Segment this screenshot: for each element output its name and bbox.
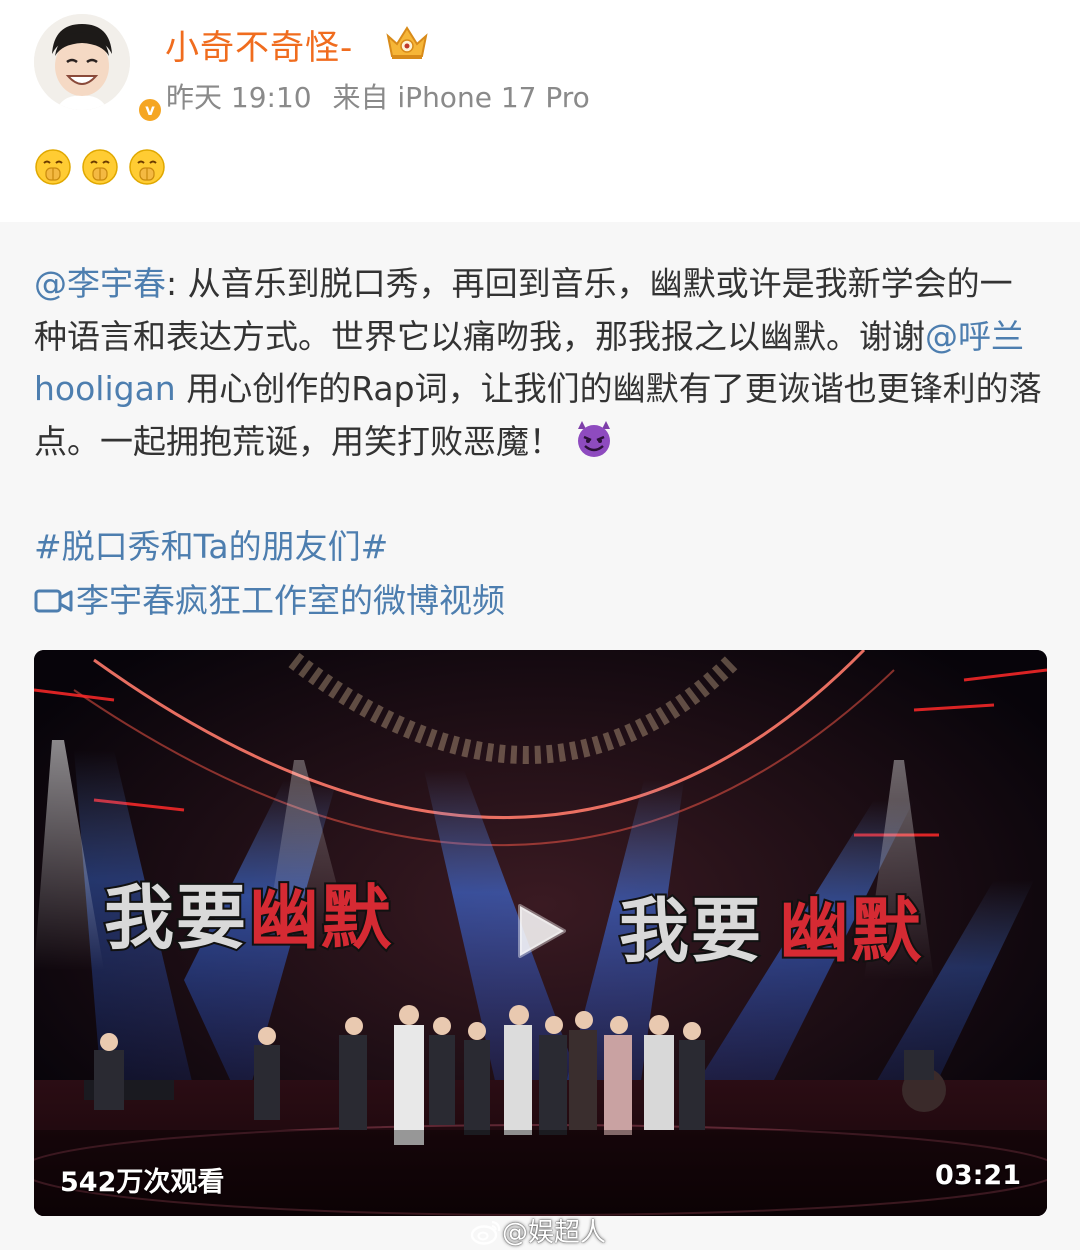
svg-text:幽默: 幽默: [249, 877, 393, 959]
shushing-face-icon: [129, 149, 165, 185]
avatar[interactable]: v: [34, 14, 164, 124]
smiling-face-with-horns-icon: [578, 420, 610, 457]
avatar-image: [34, 14, 130, 110]
post-emoji-row: [34, 148, 170, 188]
post-source: 来自 iPhone 17 Pro: [332, 81, 590, 114]
verified-badge-icon: v: [136, 96, 164, 124]
post-meta: 昨天 19:10 来自 iPhone 17 Pro: [166, 76, 602, 116]
watermark-text: @娱超人: [502, 1218, 607, 1248]
username[interactable]: 小奇不奇怪-: [165, 20, 353, 69]
repost-text: @李宇春: 从音乐到脱口秀，再回到音乐，幽默或许是我新学会的一种语言和表达方式。…: [34, 258, 1044, 468]
repost-card[interactable]: @李宇春: 从音乐到脱口秀，再回到音乐，幽默或许是我新学会的一种语言和表达方式。…: [0, 222, 1080, 1250]
post-header: v 小奇不奇怪- 昨天 19:10 来自 iPhone 17 Pro: [0, 0, 1080, 222]
mention-author-link[interactable]: @李宇春: [34, 264, 166, 303]
view-count: 542万次观看: [60, 1167, 225, 1198]
video-camera-icon: [34, 589, 73, 613]
repost-text-part1: : 从音乐到脱口秀，再回到音乐，幽默或许是我新学会的一种语言和表达方式。世界它以…: [34, 264, 1013, 356]
video-player[interactable]: 我要 幽默 我要 幽默 542万次观看 03:21: [34, 650, 1047, 1216]
shushing-face-icon: [35, 149, 71, 185]
shushing-face-icon: [82, 149, 118, 185]
play-icon[interactable]: [510, 900, 572, 962]
weibo-logo-icon: [470, 1220, 501, 1245]
repost-text-part2: 用心创作的Rap词，让我们的幽默有了更诙谐也更锋利的落点。一起拥抱荒诞，用笑打败…: [34, 369, 1042, 461]
topic-hashtag-link[interactable]: #脱口秀和Ta的朋友们#: [34, 520, 388, 568]
video-source-label: 李宇春疯狂工作室的微博视频: [76, 581, 505, 620]
watermark: @娱超人: [470, 1212, 606, 1249]
video-source-link[interactable]: 李宇春疯狂工作室的微博视频: [34, 574, 505, 622]
svg-text:我要: 我要: [619, 890, 763, 972]
video-duration: 03:21: [935, 1160, 1021, 1191]
svg-text:我要: 我要: [104, 877, 248, 959]
post-time: 昨天 19:10: [166, 81, 312, 114]
crown-badge-icon[interactable]: [384, 22, 430, 62]
svg-text:幽默: 幽默: [779, 890, 923, 972]
